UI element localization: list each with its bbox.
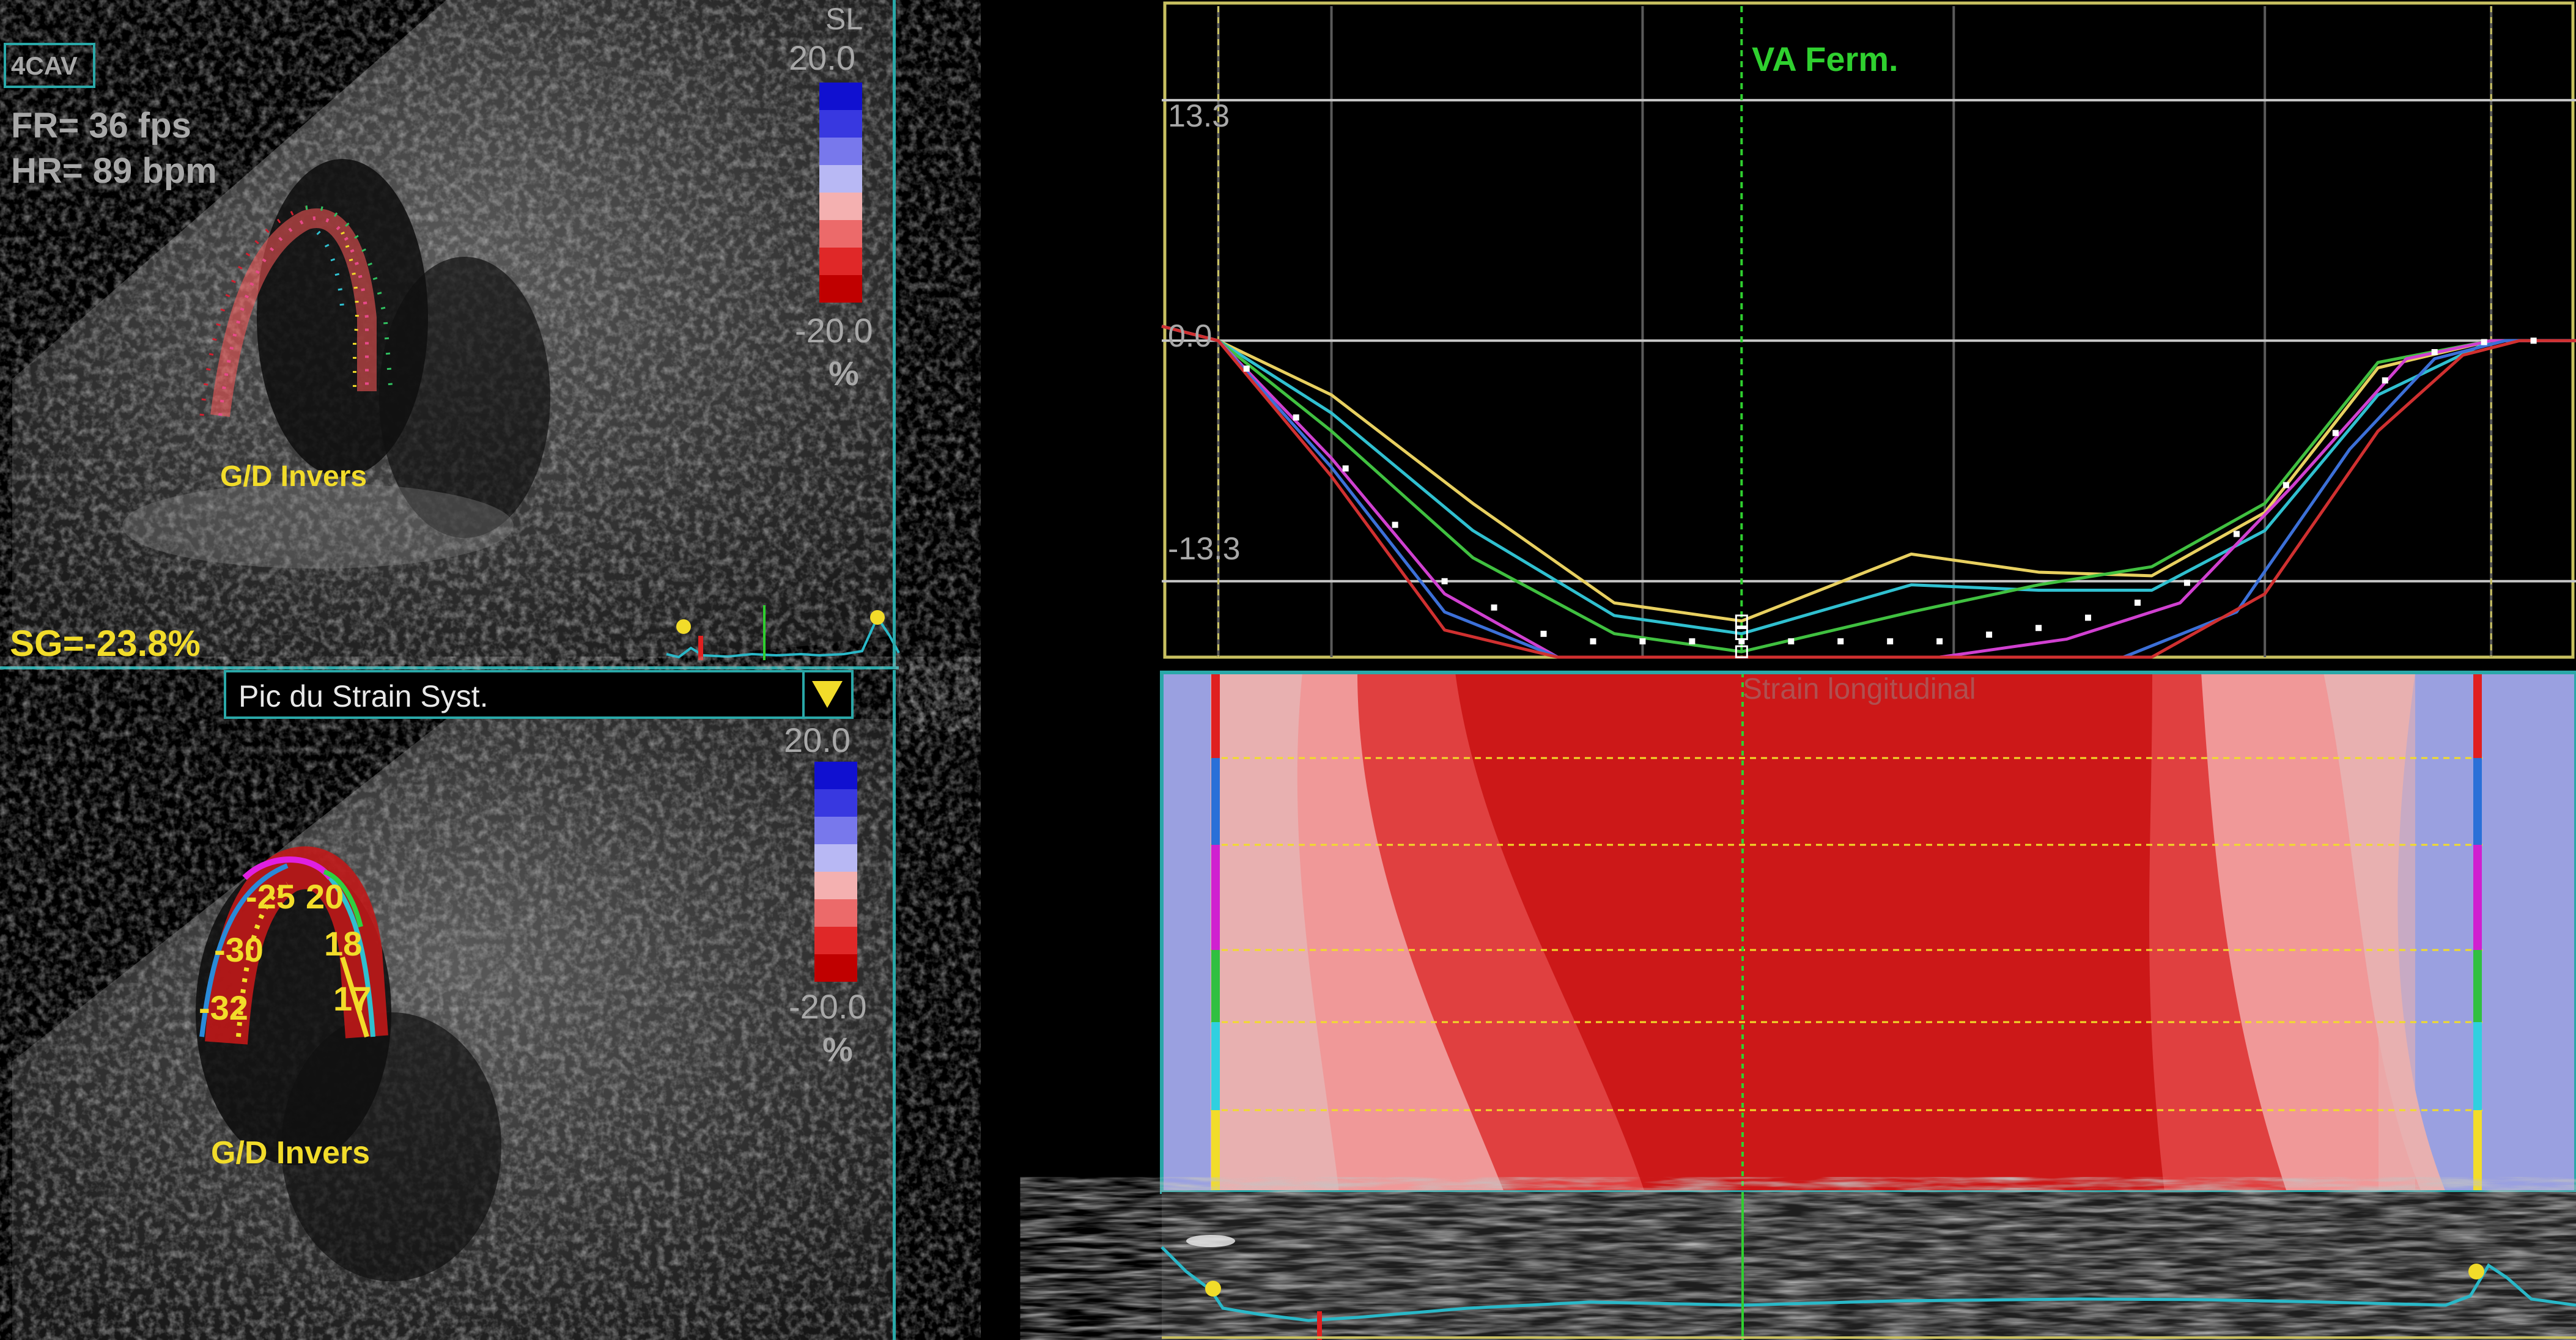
segment-strain-overlay xyxy=(199,846,388,1045)
strain-curve-2 xyxy=(1161,325,2576,653)
strain-curve-0 xyxy=(1161,325,2576,623)
strain-map-title: Strain longitudinal xyxy=(1743,673,1976,705)
event-label: VA Ferm. xyxy=(1752,40,1899,78)
dropdown-label: Pic du Strain Syst. xyxy=(238,679,489,713)
strain-curve-4 xyxy=(1161,325,2576,659)
average-curve-point xyxy=(1936,638,1943,645)
average-curve-point xyxy=(1243,365,1250,372)
average-curve-point xyxy=(1392,521,1398,528)
average-curve-point xyxy=(1986,631,1993,638)
average-curve-point xyxy=(2283,482,2289,488)
average-curve-point xyxy=(1293,414,1299,421)
global-strain-readout: SG=-23.8% xyxy=(10,623,201,664)
average-curve-point xyxy=(2035,625,2042,631)
scale-title: SL xyxy=(825,2,863,36)
average-curve-point xyxy=(1639,638,1646,645)
chevron-down-icon xyxy=(812,681,843,708)
y-tick-zero: 0.0 xyxy=(1168,318,1212,354)
segment-value-mid-septal: -30 xyxy=(214,930,264,969)
orientation-label-2: G/D Invers xyxy=(211,1135,371,1171)
segment-value-apical-septal: -25 xyxy=(246,877,295,916)
scale-unit-label-2: % xyxy=(822,1030,853,1069)
y-tick-bottom: -13.3 xyxy=(1168,531,1241,567)
strain-curve-3 xyxy=(1161,325,2576,659)
average-curve-point xyxy=(2431,349,2438,356)
segment-value-basal-lateral: 17 xyxy=(333,979,372,1018)
average-curve-point xyxy=(1689,638,1696,645)
segment-value-apical-lateral: 20 xyxy=(306,877,344,916)
strain-curve-5 xyxy=(1161,325,2576,659)
average-curve-point xyxy=(1540,630,1547,637)
strain-curve-chart[interactable]: VA Ferm. 13.3 0.0 -13.3 xyxy=(1161,0,2576,672)
view-label: 4CAV xyxy=(11,51,78,80)
average-curve-point xyxy=(1590,638,1596,645)
heart-rate-readout: HR= 89 bpm xyxy=(11,151,217,191)
parameter-dropdown[interactable]: Pic du Strain Syst. xyxy=(224,670,854,719)
mini-ecg-trace xyxy=(666,605,900,660)
average-curve-point xyxy=(1441,578,1448,584)
segment-value-mid-lateral: 18 xyxy=(324,924,363,963)
strain-color-scale xyxy=(819,83,862,303)
top-echo-frame xyxy=(893,0,896,668)
average-curve-point xyxy=(1788,638,1795,645)
scale-min-label: -20.0 xyxy=(795,311,873,350)
bottom-echo-panel[interactable]: Pic du Strain Syst. 20.0 -20.0 % -32 -30… xyxy=(0,670,899,1340)
average-curve-point xyxy=(2332,430,2339,436)
scale-max-label-2: 20.0 xyxy=(784,721,851,759)
speckle-tracking-overlay xyxy=(199,205,394,417)
y-tick-top: 13.3 xyxy=(1168,98,1230,134)
average-curve-point xyxy=(1342,465,1349,472)
scale-unit-label: % xyxy=(829,354,859,392)
average-curve-point xyxy=(1837,638,1844,645)
orientation-label: G/D Invers xyxy=(220,460,367,493)
segment-value-basal-septal: -32 xyxy=(199,988,248,1027)
frame-rate-readout: FR= 36 fps xyxy=(11,106,191,145)
average-curve-point xyxy=(2382,377,2388,384)
strain-curve-svg xyxy=(1161,1,2576,659)
average-curve-point xyxy=(1887,638,1894,645)
bottom-echo-frame xyxy=(893,670,896,1340)
strain-map-svg xyxy=(1160,671,2576,1194)
mmode-trace-svg xyxy=(1161,1192,2576,1340)
average-curve-point xyxy=(2481,339,2487,345)
mmode-trace-strip[interactable] xyxy=(1161,1192,2576,1340)
scale-max-label: 20.0 xyxy=(789,39,855,77)
average-curve-point xyxy=(2183,580,2190,586)
top-echo-panel[interactable]: 4CAV FR= 36 fps HR= 89 bpm SL 20.0 -20.0… xyxy=(0,0,900,668)
average-curve-point xyxy=(2233,531,2240,537)
strain-curve-1 xyxy=(1161,325,2576,636)
average-curve-point xyxy=(2134,599,2141,606)
dropdown-arrow-button[interactable] xyxy=(802,672,851,716)
average-curve-point xyxy=(1491,604,1497,611)
strain-color-map[interactable]: Strain longitudinal xyxy=(1160,671,2576,1194)
scale-min-label-2: -20.0 xyxy=(789,987,867,1026)
strain-color-scale-2 xyxy=(814,762,857,982)
average-curve-point xyxy=(2530,337,2537,344)
average-curve-point xyxy=(2085,614,2092,621)
